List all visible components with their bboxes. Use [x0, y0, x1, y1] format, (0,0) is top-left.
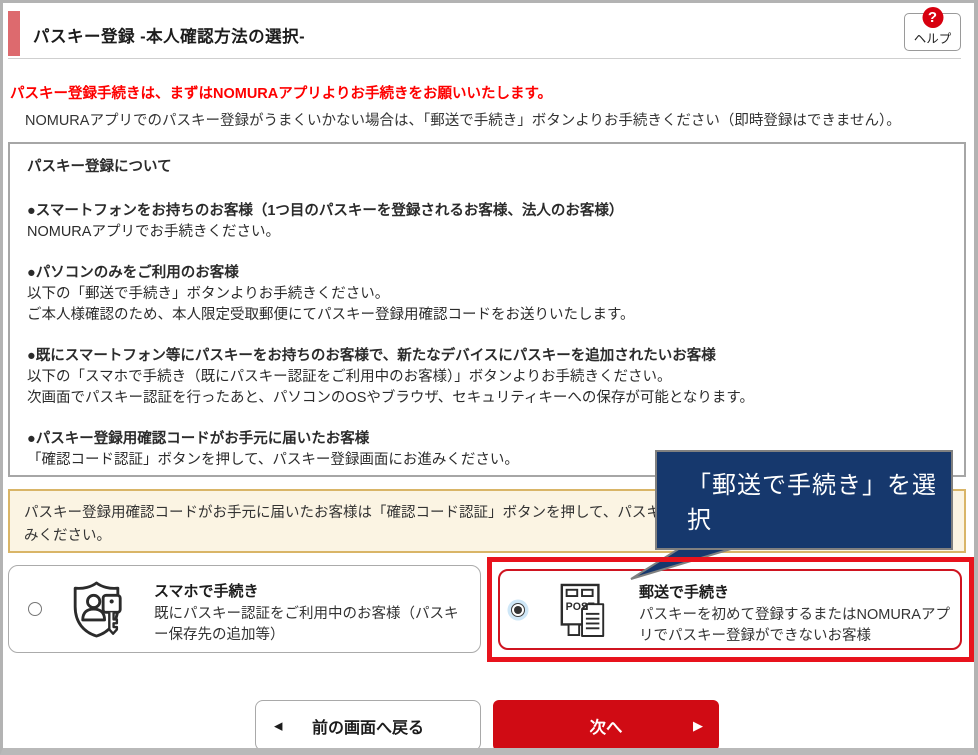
warning-text: パスキー登録手続きは、まずはNOMURAアプリよりお手続きをお願いいたします。: [10, 82, 552, 103]
info-section: ●既にスマートフォン等にパスキーをお持ちのお客様で、新たなデバイスにパスキーを追…: [27, 346, 947, 410]
passkey-shield-key-icon: [69, 580, 124, 639]
back-button[interactable]: ◀ 前の画面へ戻る: [255, 700, 481, 751]
option-text: スマホで手続き 既にパスキー認証をご利用中のお客様（パスキー保存先の追加等）: [154, 580, 472, 646]
option-text: 郵送で手続き パスキーを初めて登録するまたはNOMURAアプリでパスキー登録がで…: [639, 581, 955, 647]
help-button[interactable]: ? ヘルプ: [904, 13, 961, 51]
callout-bubble: 「郵送で手続き」を選択: [655, 450, 953, 550]
radio-smartphone[interactable]: [28, 602, 42, 616]
option-description: パスキーを初めて登録するまたはNOMURAアプリでパスキー登録ができないお客様: [639, 605, 955, 647]
next-button[interactable]: 次へ ▶: [493, 700, 719, 751]
info-box: パスキー登録について ●スマートフォンをお持ちのお客様（1つ目のパスキーを登録さ…: [8, 142, 966, 477]
callout-label: 「郵送で手続き」を選択: [687, 465, 951, 535]
section-line: 次画面でパスキー認証を行ったあと、パソコンのOSやブラウザ、セキュリティキーへの…: [27, 388, 947, 410]
info-box-title: パスキー登録について: [27, 157, 947, 178]
option-description: 既にパスキー認証をご利用中のお客様（パスキー保存先の追加等）: [154, 604, 472, 646]
page-title: パスキー登録 -本人確認方法の選択-: [33, 23, 305, 47]
post-mailbox-icon: POST: [557, 582, 609, 638]
help-button-label: ヘルプ: [905, 28, 960, 47]
page-header: パスキー登録 -本人確認方法の選択- ? ヘルプ: [8, 8, 961, 59]
section-line: NOMURAアプリでお手続きください。: [27, 222, 947, 244]
note-text: NOMURAアプリでのパスキー登録がうまくいかない場合は、「郵送で手続き」ボタン…: [25, 109, 901, 130]
section-heading: ●パスキー登録用確認コードがお手元に届いたお客様: [27, 429, 947, 450]
back-button-label: 前の画面へ戻る: [312, 714, 424, 738]
info-section: ●パソコンのみをご利用のお客様 以下の「郵送で手続き」ボタンよりお手続きください…: [27, 263, 947, 327]
next-button-label: 次へ: [590, 714, 623, 738]
option-title: スマホで手続き: [154, 580, 472, 601]
option-card-smartphone[interactable]: スマホで手続き 既にパスキー認証をご利用中のお客様（パスキー保存先の追加等）: [8, 565, 481, 653]
right-arrow-icon: ▶: [693, 718, 703, 734]
left-arrow-icon: ◀: [274, 719, 282, 732]
info-section: ●スマートフォンをお持ちのお客様（1つ目のパスキーを登録されるお客様、法人のお客…: [27, 201, 947, 244]
section-line: ご本人様確認のため、本人限定受取郵便にてパスキー登録用確認コードをお送りいたしま…: [27, 305, 947, 327]
section-heading: ●既にスマートフォン等にパスキーをお持ちのお客様で、新たなデバイスにパスキーを追…: [27, 346, 947, 367]
help-question-icon: ?: [922, 7, 943, 28]
page-frame: パスキー登録 -本人確認方法の選択- ? ヘルプ パスキー登録手続きは、まずはN…: [0, 0, 978, 755]
section-line: 以下の「スマホで手続き（既にパスキー認証をご利用中のお客様）」ボタンよりお手続き…: [27, 367, 947, 389]
section-line: 以下の「郵送で手続き」ボタンよりお手続きください。: [27, 284, 947, 306]
header-accent-bar: [8, 11, 20, 56]
section-heading: ●パソコンのみをご利用のお客様: [27, 263, 947, 284]
section-heading: ●スマートフォンをお持ちのお客様（1つ目のパスキーを登録されるお客様、法人のお客…: [27, 201, 947, 222]
option-title: 郵送で手続き: [639, 581, 955, 602]
radio-mail[interactable]: [511, 603, 525, 617]
